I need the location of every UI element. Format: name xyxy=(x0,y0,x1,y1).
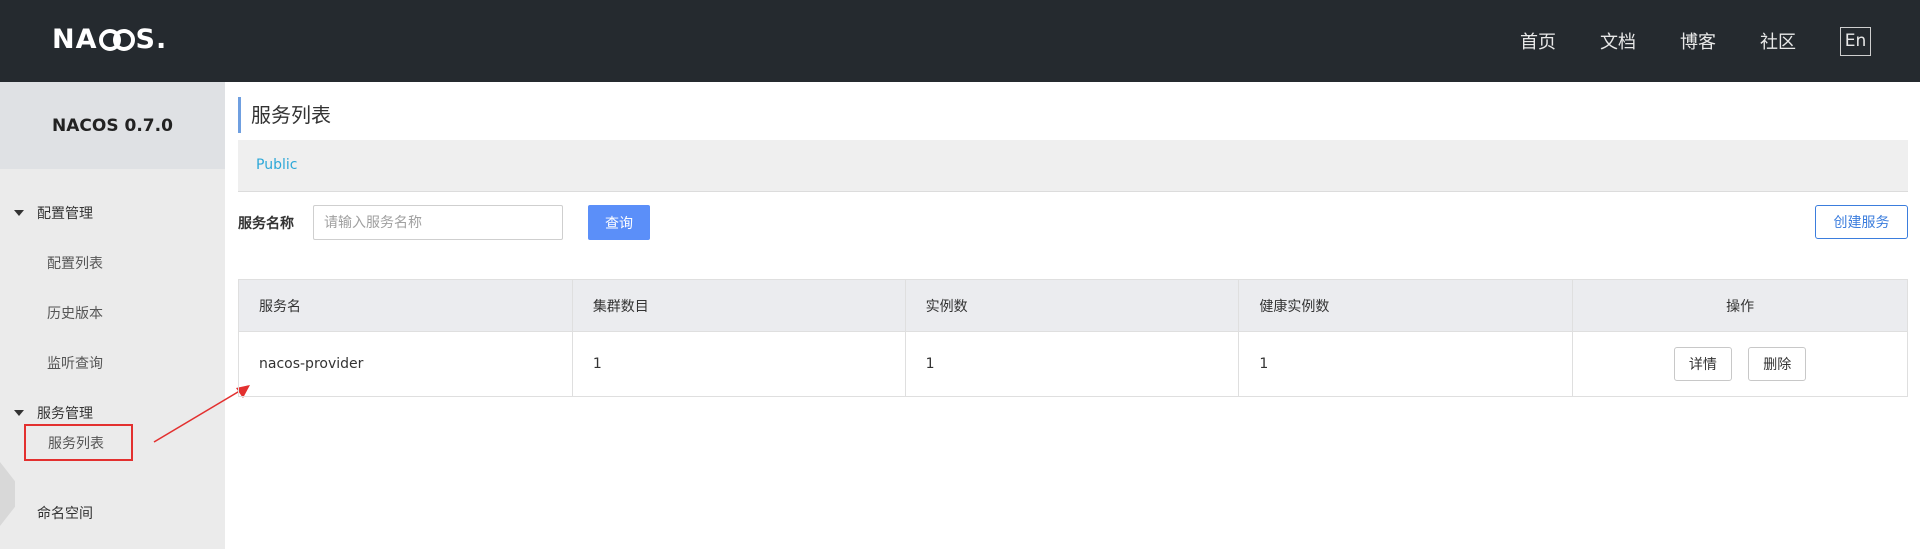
nav-community[interactable]: 社区 xyxy=(1760,28,1796,54)
table-header-row: 服务名 集群数目 实例数 健康实例数 操作 xyxy=(238,279,1908,332)
sidebar-item-listener-query[interactable]: 监听查询 xyxy=(0,343,225,383)
detail-button[interactable]: 详情 xyxy=(1673,347,1732,381)
sidebar-group-config[interactable]: 配置管理 xyxy=(0,193,225,233)
caret-down-icon xyxy=(14,410,24,416)
cell-cluster-count: 1 xyxy=(571,331,906,397)
caret-down-icon xyxy=(14,210,24,216)
sidebar-item-namespace[interactable]: 命名空间 xyxy=(0,493,225,533)
header-nav: 首页 文档 博客 社区 En xyxy=(1520,0,1920,82)
cell-service-name: nacos-provider xyxy=(238,331,573,397)
column-header-healthy-count[interactable]: 健康实例数 xyxy=(1238,279,1574,332)
delete-button[interactable]: 删除 xyxy=(1748,347,1807,381)
sidebar-item-history[interactable]: 历史版本 xyxy=(0,293,225,333)
nacos-logo[interactable]: NA S. xyxy=(52,24,167,55)
page-title: 服务列表 xyxy=(238,97,331,133)
language-toggle-button[interactable]: En xyxy=(1840,26,1871,56)
cell-instance-count: 1 xyxy=(904,331,1240,397)
nav-blog[interactable]: 博客 xyxy=(1680,28,1716,54)
service-table: 服务名 集群数目 实例数 健康实例数 操作 nacos-provider 1 1… xyxy=(238,279,1908,397)
sidebar-item-config-list[interactable]: 配置列表 xyxy=(0,243,225,283)
service-name-input[interactable] xyxy=(313,205,563,240)
create-service-button[interactable]: 创建服务 xyxy=(1815,205,1908,239)
logo-text-end: S xyxy=(135,24,156,55)
table-row: nacos-provider 1 1 1 详情 删除 xyxy=(238,331,1908,397)
sidebar-group-label: 配置管理 xyxy=(37,206,93,222)
service-name-label: 服务名称 xyxy=(238,216,294,232)
sidebar: NACOS 0.7.0 配置管理 配置列表 历史版本 监听查询 服务管理 服务列… xyxy=(0,82,225,549)
namespace-bar: Public xyxy=(238,140,1908,192)
column-header-service-name[interactable]: 服务名 xyxy=(238,279,573,332)
cell-healthy-count: 1 xyxy=(1238,331,1574,397)
column-header-instance-count[interactable]: 实例数 xyxy=(904,279,1240,332)
cell-actions: 详情 删除 xyxy=(1572,331,1908,397)
logo-text: NA xyxy=(52,24,98,55)
logo-dot: . xyxy=(155,24,168,55)
sidebar-version-title: NACOS 0.7.0 xyxy=(0,82,225,169)
query-button[interactable]: 查询 xyxy=(588,205,650,240)
nav-home[interactable]: 首页 xyxy=(1520,28,1556,54)
nav-docs[interactable]: 文档 xyxy=(1600,28,1636,54)
sidebar-item-service-list[interactable]: 服务列表 xyxy=(24,424,133,461)
sidebar-group-label: 服务管理 xyxy=(37,406,93,422)
column-header-cluster-count[interactable]: 集群数目 xyxy=(571,279,906,332)
logo-infinity-icon xyxy=(98,28,135,51)
namespace-public-link[interactable]: Public xyxy=(256,157,297,173)
column-header-actions: 操作 xyxy=(1572,279,1908,332)
top-navbar: NA S. 首页 文档 博客 社区 En xyxy=(0,0,1920,82)
